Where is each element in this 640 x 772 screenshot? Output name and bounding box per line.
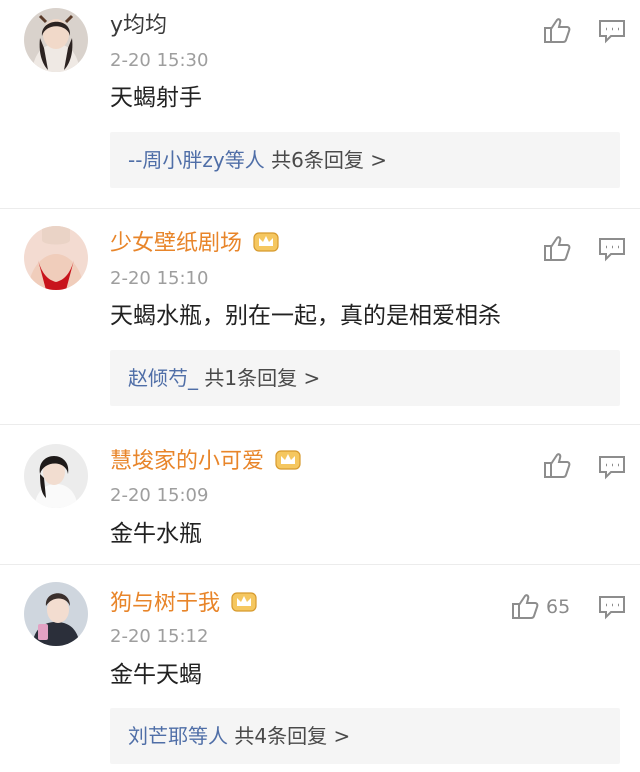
comment-icon[interactable] — [598, 18, 626, 44]
replies-link[interactable]: --周小胖zy等人 共6条回复 > — [128, 147, 387, 173]
comment-icon[interactable] — [598, 454, 626, 480]
replies-box[interactable]: 赵倾芍_ 共1条回复 > — [110, 350, 620, 406]
thumbs-up-icon[interactable] — [542, 15, 572, 45]
timestamp: 2-20 15:09 — [110, 485, 209, 506]
avatar[interactable] — [24, 226, 88, 290]
crown-icon — [253, 232, 279, 252]
like-count: 65 — [546, 596, 571, 618]
username-text[interactable]: y均均 — [110, 13, 167, 38]
crown-icon — [231, 592, 257, 612]
timestamp: 2-20 15:12 — [110, 626, 209, 647]
username[interactable]: 狗与树于我 — [110, 590, 257, 618]
reply-authors[interactable]: 刘芒耶等人 — [128, 724, 228, 748]
avatar[interactable] — [24, 582, 88, 646]
thumbs-up-icon[interactable] — [542, 233, 572, 263]
reply-count[interactable]: 共1条回复 > — [204, 366, 320, 390]
comment-item: 狗与树于我 2-20 15:12 金牛天蝎 刘芒耶等人 共4条回复 > 65 — [0, 564, 640, 772]
avatar[interactable] — [24, 444, 88, 508]
comment-item: y均均 2-20 15:30 天蝎射手 --周小胖zy等人 共6条回复 > — [0, 0, 640, 209]
crown-icon — [275, 450, 301, 470]
comment-text: 天蝎水瓶，别在一起，真的是相爱相杀 — [110, 303, 501, 329]
username-text[interactable]: 慧埈家的小可爱 — [110, 449, 264, 474]
replies-box[interactable]: --周小胖zy等人 共6条回复 > — [110, 132, 620, 188]
timestamp: 2-20 15:30 — [110, 50, 209, 71]
thumbs-up-icon[interactable] — [510, 591, 540, 621]
comment-text: 金牛水瓶 — [110, 521, 202, 547]
comment-item: 少女壁纸剧场 2-20 15:10 天蝎水瓶，别在一起，真的是相爱相杀 赵倾芍_… — [0, 208, 640, 425]
avatar[interactable] — [24, 8, 88, 72]
replies-link[interactable]: 刘芒耶等人 共4条回复 > — [128, 723, 350, 749]
username[interactable]: y均均 — [110, 12, 167, 40]
reply-count[interactable]: 共4条回复 > — [234, 724, 350, 748]
comment-icon[interactable] — [598, 236, 626, 262]
timestamp: 2-20 15:10 — [110, 268, 209, 289]
replies-link[interactable]: 赵倾芍_ 共1条回复 > — [128, 365, 320, 391]
username-text[interactable]: 少女壁纸剧场 — [110, 231, 242, 256]
reply-authors[interactable]: 赵倾芍_ — [128, 366, 198, 390]
comment-icon[interactable] — [598, 594, 626, 620]
comment-feed: y均均 2-20 15:30 天蝎射手 --周小胖zy等人 共6条回复 > 少女… — [0, 0, 640, 772]
username-text[interactable]: 狗与树于我 — [110, 591, 220, 616]
reply-authors[interactable]: --周小胖zy等人 — [128, 148, 265, 172]
thumbs-up-icon[interactable] — [542, 450, 572, 480]
comment-text: 天蝎射手 — [110, 85, 202, 111]
username[interactable]: 慧埈家的小可爱 — [110, 448, 301, 476]
username[interactable]: 少女壁纸剧场 — [110, 230, 279, 258]
comment-item: 慧埈家的小可爱 2-20 15:09 金牛水瓶 — [0, 424, 640, 565]
replies-box[interactable]: 刘芒耶等人 共4条回复 > — [110, 708, 620, 764]
comment-text: 金牛天蝎 — [110, 662, 202, 688]
reply-count[interactable]: 共6条回复 > — [271, 148, 387, 172]
